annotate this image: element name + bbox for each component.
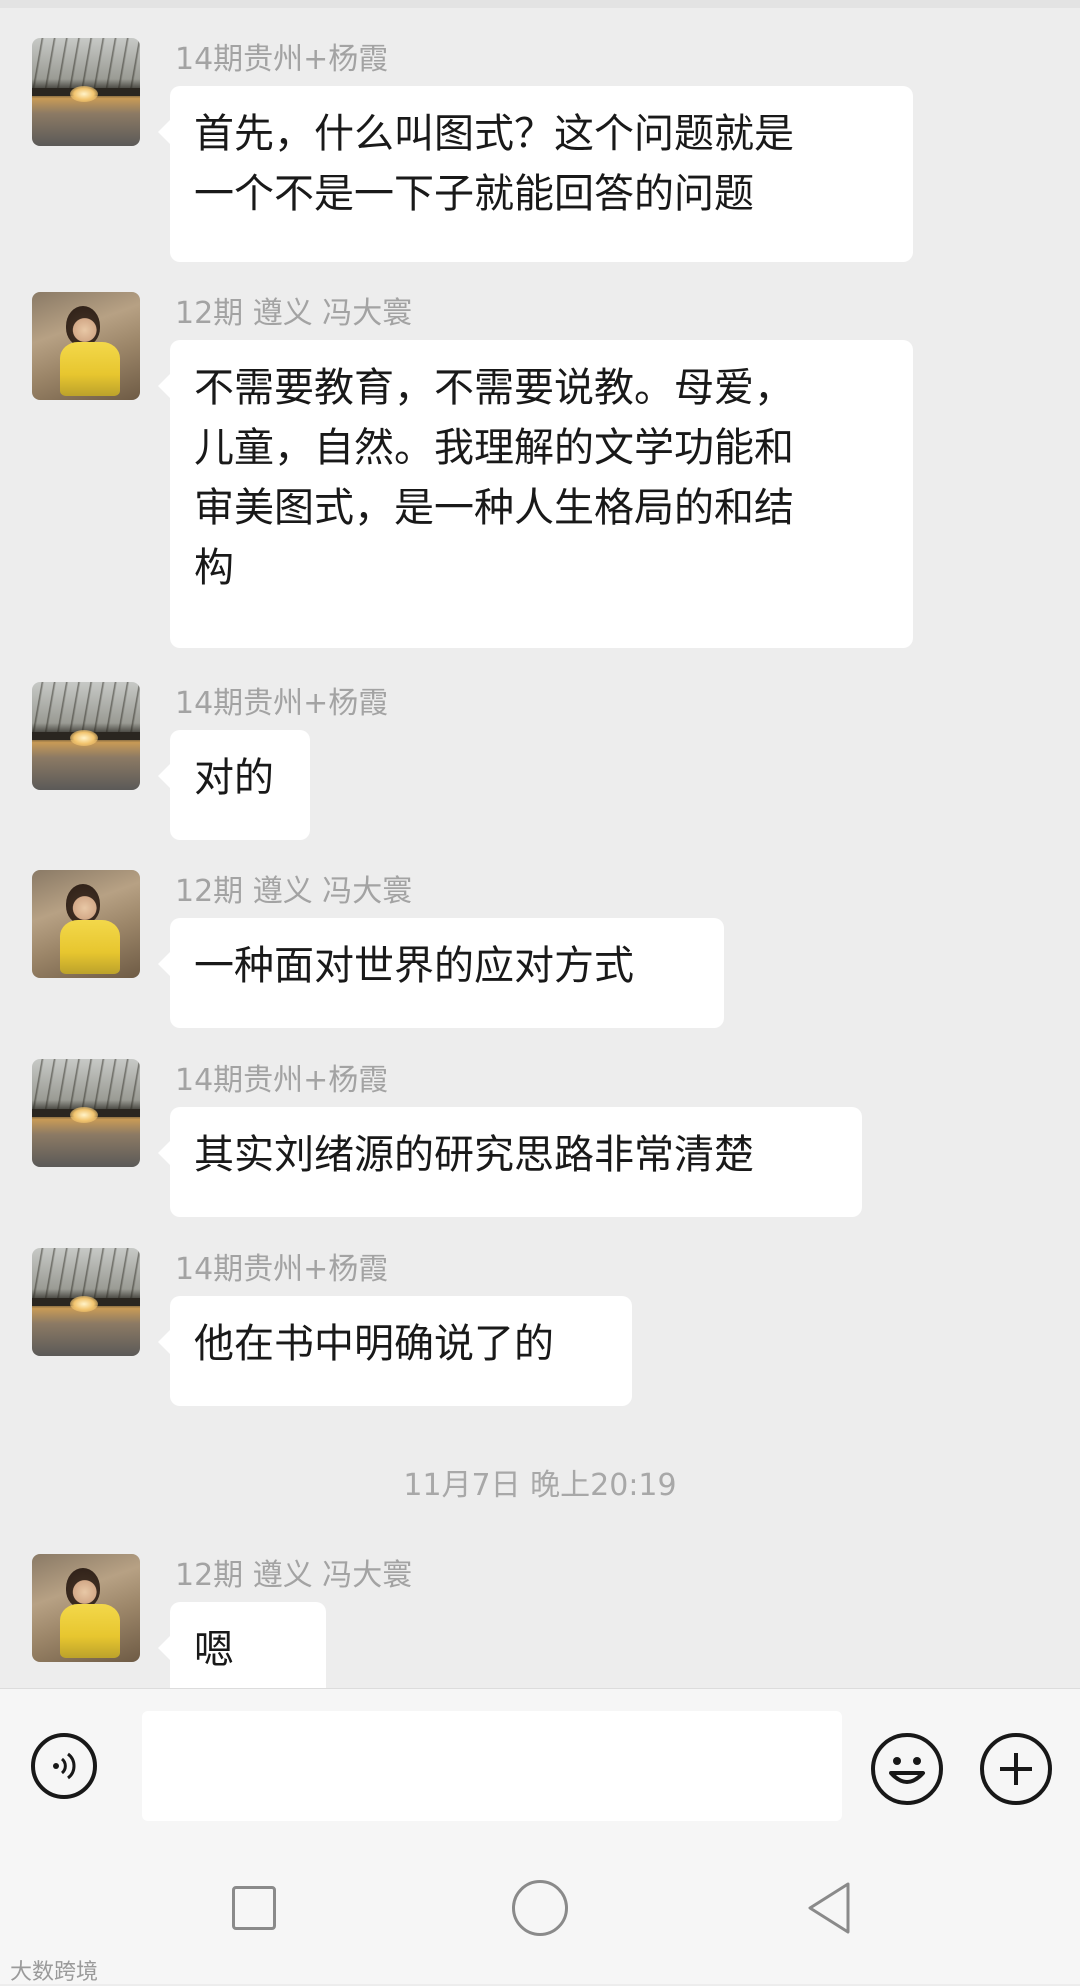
message-line: 构	[194, 545, 234, 591]
plus-button[interactable]	[980, 1733, 1052, 1805]
chat-timestamp: 11月7日 晚上20:19	[403, 1468, 677, 1503]
avatar[interactable]	[32, 1059, 140, 1167]
message-line: 他在书中明确说了的	[194, 1321, 554, 1367]
system-navigation-bar	[0, 1844, 1080, 1984]
emoji-button[interactable]	[871, 1733, 943, 1805]
voice-button[interactable]	[31, 1733, 97, 1799]
chat-area[interactable]: 14期贵州+杨霞 首先，什么叫图式？这个问题就是 一个不是一下子就能回答的问题 …	[0, 0, 1080, 1688]
message-line: 嗯嗯。	[194, 1627, 274, 1688]
message-line: 儿童，自然。我理解的文学功能和	[194, 425, 794, 471]
sender-name: 14期贵州+杨霞	[175, 42, 389, 77]
message-line: 首先，什么叫图式？这个问题就是	[194, 111, 794, 157]
message-bubble[interactable]: 他在书中明确说了的	[158, 1296, 632, 1406]
sender-name: 12期 遵义 冯大寰	[175, 1558, 413, 1593]
message-line: 对的	[194, 755, 274, 801]
avatar[interactable]	[32, 870, 140, 978]
message-line: 审美图式，是一种人生格局的和结	[194, 485, 794, 531]
avatar[interactable]	[32, 1554, 140, 1662]
avatar[interactable]	[32, 1248, 140, 1356]
sender-name: 12期 遵义 冯大寰	[175, 874, 413, 909]
circle-icon[interactable]	[512, 1880, 568, 1936]
avatar[interactable]	[32, 38, 140, 146]
square-icon[interactable]	[232, 1886, 276, 1930]
message-bubble[interactable]: 嗯嗯。	[158, 1602, 326, 1688]
message-bubble[interactable]: 一种面对世界的应对方式	[158, 918, 724, 1028]
voice-icon	[53, 1752, 76, 1780]
message-input[interactable]	[142, 1711, 842, 1821]
emoji-icon	[889, 1757, 925, 1784]
sender-name: 14期贵州+杨霞	[175, 1063, 389, 1098]
triangle-back-icon[interactable]	[804, 1880, 854, 1936]
sender-name: 12期 遵义 冯大寰	[175, 296, 413, 331]
avatar[interactable]	[32, 292, 140, 400]
avatar[interactable]	[32, 682, 140, 790]
message-line: 一个不是一下子就能回答的问题	[194, 171, 754, 217]
message-bubble[interactable]: 其实刘绪源的研究思路非常清楚	[158, 1107, 862, 1217]
message-line: 其实刘绪源的研究思路非常清楚	[194, 1132, 754, 1178]
watermark-text: 大数跨境	[10, 1960, 99, 1985]
message-bubble[interactable]: 首先，什么叫图式？这个问题就是 一个不是一下子就能回答的问题	[158, 86, 913, 262]
message-line: 不需要教育，不需要说教。母爱，	[194, 365, 794, 411]
input-bar	[0, 1688, 1080, 1845]
sender-name: 14期贵州+杨霞	[175, 686, 389, 721]
top-divider	[0, 0, 1080, 8]
message-bubble[interactable]: 对的	[158, 730, 310, 840]
plus-icon	[1000, 1753, 1032, 1785]
sender-name: 14期贵州+杨霞	[175, 1252, 389, 1287]
message-line: 一种面对世界的应对方式	[194, 943, 634, 989]
message-bubble[interactable]: 不需要教育，不需要说教。母爱， 儿童，自然。我理解的文学功能和 审美图式，是一种…	[158, 340, 913, 648]
